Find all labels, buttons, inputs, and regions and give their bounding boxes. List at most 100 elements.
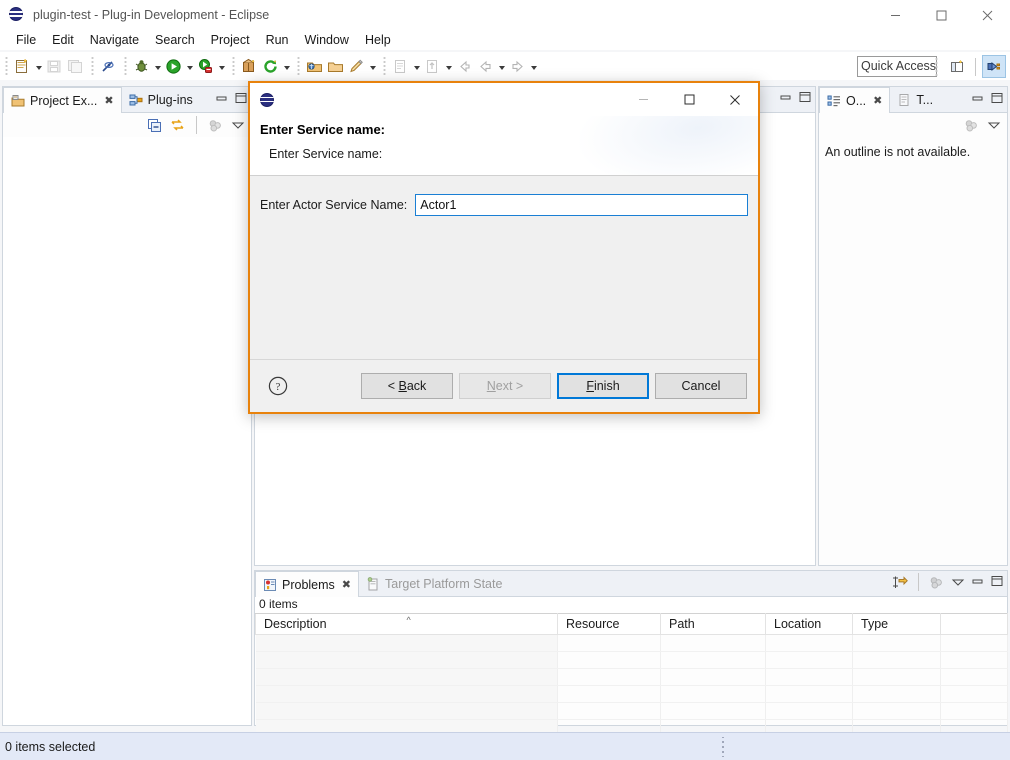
menu-project[interactable]: Project (203, 31, 258, 49)
maximize-editor-button[interactable] (799, 91, 811, 106)
dialog-buttons: < Back Next > Finish Cancel (361, 373, 747, 399)
cancel-button[interactable]: Cancel (655, 373, 747, 399)
back-button[interactable]: < Back (361, 373, 453, 399)
problems-table[interactable]: ^ Description Resource Path Location Typ… (255, 613, 1008, 737)
maximize-view-button[interactable] (235, 92, 247, 107)
column-header-type[interactable]: Type (852, 613, 941, 635)
debug-dropdown-arrow-icon[interactable] (152, 55, 163, 77)
menu-window[interactable]: Window (297, 31, 357, 49)
toolbar-grip-5[interactable] (295, 57, 301, 75)
new-document-icon[interactable] (12, 55, 33, 77)
view-menu-icon[interactable] (964, 118, 979, 133)
tab-project-explorer[interactable]: Project Ex... ✖ (3, 87, 122, 113)
quick-access-input[interactable]: Quick Access (857, 56, 937, 77)
close-icon[interactable]: ✖ (104, 94, 113, 107)
external-tools-dropdown-arrow-icon[interactable] (216, 55, 227, 77)
focus-selection-icon[interactable] (892, 575, 908, 590)
tab-target-platform-state[interactable]: Target Platform State (359, 571, 509, 596)
column-header-location[interactable]: Location (765, 613, 853, 635)
help-question-icon[interactable]: ? (268, 376, 288, 396)
menu-navigate[interactable]: Navigate (82, 31, 147, 49)
dialog-window-controls (620, 83, 758, 116)
eclipse-globe-icon (260, 92, 274, 107)
menu-run[interactable]: Run (258, 31, 297, 49)
run-green-play-icon[interactable] (163, 55, 184, 77)
status-message: 0 items selected (5, 739, 96, 754)
column-header-description[interactable]: ^ Description (255, 613, 558, 635)
perspective-grip[interactable] (933, 57, 939, 76)
table-row[interactable] (255, 685, 1008, 703)
tab-tasklist[interactable]: T... (890, 87, 940, 112)
dialog-title: Enter Service name: (260, 122, 386, 137)
close-icon[interactable]: ✖ (873, 94, 882, 107)
tab-problems[interactable]: Problems ✖ (255, 571, 360, 597)
menu-search[interactable]: Search (147, 31, 203, 49)
maximize-view-button[interactable] (991, 575, 1003, 590)
table-row[interactable] (255, 634, 1008, 652)
window-controls (872, 0, 1010, 30)
open-perspective-icon[interactable] (945, 55, 969, 78)
column-header-resource[interactable]: Resource (557, 613, 661, 635)
perspective-switcher (930, 55, 1006, 78)
statusbar-grip[interactable] (720, 737, 726, 757)
toolbar-grip[interactable] (3, 57, 9, 75)
next-annotation-dropdown-arrow-icon[interactable] (443, 55, 454, 77)
forward-dropdown-arrow-icon[interactable] (528, 55, 539, 77)
minimize-view-button[interactable] (972, 92, 984, 107)
menu-file[interactable]: File (8, 31, 44, 49)
toolbar-grip-4[interactable] (230, 57, 236, 75)
dialog-subtitle: Enter Service name: (269, 147, 383, 161)
collapse-all-icon[interactable] (147, 118, 162, 133)
mark-occurrences-icon[interactable] (98, 55, 119, 77)
new-dropdown-arrow-icon[interactable] (33, 55, 44, 77)
java-file-dropdown-arrow-icon[interactable] (411, 55, 422, 77)
table-row[interactable] (255, 668, 1008, 686)
minimize-view-button[interactable] (216, 92, 228, 107)
toolbar-grip-2[interactable] (89, 57, 95, 75)
open-package-icon[interactable] (304, 55, 325, 77)
chevron-down-icon[interactable] (987, 118, 1001, 132)
menu-edit[interactable]: Edit (44, 31, 82, 49)
tab-plug-ins[interactable]: Plug-ins (122, 87, 200, 112)
tab-outline[interactable]: O... ✖ (819, 87, 891, 113)
close-button[interactable] (712, 83, 758, 116)
view-menu-icon[interactable] (208, 118, 223, 133)
table-row[interactable] (255, 651, 1008, 669)
back-dropdown-arrow-icon[interactable] (496, 55, 507, 77)
save-all-icon (65, 55, 86, 77)
finish-button[interactable]: Finish (557, 373, 649, 399)
close-button[interactable] (964, 0, 1010, 30)
run-dropdown-arrow-icon[interactable] (184, 55, 195, 77)
window-title: plugin-test - Plug-in Development - Ecli… (33, 8, 270, 22)
minimize-button[interactable] (872, 0, 918, 30)
column-header-path[interactable]: Path (660, 613, 766, 635)
view-menu-icon[interactable] (929, 575, 944, 590)
plug-in-development-perspective-icon[interactable] (982, 55, 1006, 78)
external-tools-icon[interactable] (195, 55, 216, 77)
project-explorer-tree[interactable] (3, 137, 251, 725)
toolbar-grip-3[interactable] (122, 57, 128, 75)
refresh-green-icon[interactable] (260, 55, 281, 77)
close-icon[interactable]: ✖ (342, 578, 351, 591)
plugin-package-icon[interactable] (239, 55, 260, 77)
toolbar-grip-6[interactable] (381, 57, 387, 75)
bug-icon[interactable] (131, 55, 152, 77)
menu-help[interactable]: Help (357, 31, 399, 49)
maximize-button[interactable] (918, 0, 964, 30)
minimize-view-button[interactable] (972, 575, 984, 590)
pencil-icon[interactable] (346, 55, 367, 77)
chevron-down-icon[interactable] (231, 118, 245, 132)
chevron-down-icon[interactable] (951, 575, 965, 589)
project-explorer-toolbar (3, 113, 251, 137)
minimize-editor-button[interactable] (780, 91, 792, 106)
maximize-button[interactable] (666, 83, 712, 116)
table-row[interactable] (255, 702, 1008, 720)
service-name-input[interactable] (415, 194, 748, 216)
refresh-dropdown-arrow-icon[interactable] (281, 55, 292, 77)
tab-label: O... (846, 93, 867, 108)
open-folder-icon[interactable] (325, 55, 346, 77)
problems-icon (263, 578, 277, 592)
maximize-view-button[interactable] (991, 92, 1003, 107)
pencil-dropdown-arrow-icon[interactable] (367, 55, 378, 77)
link-with-editor-icon[interactable] (170, 118, 185, 133)
